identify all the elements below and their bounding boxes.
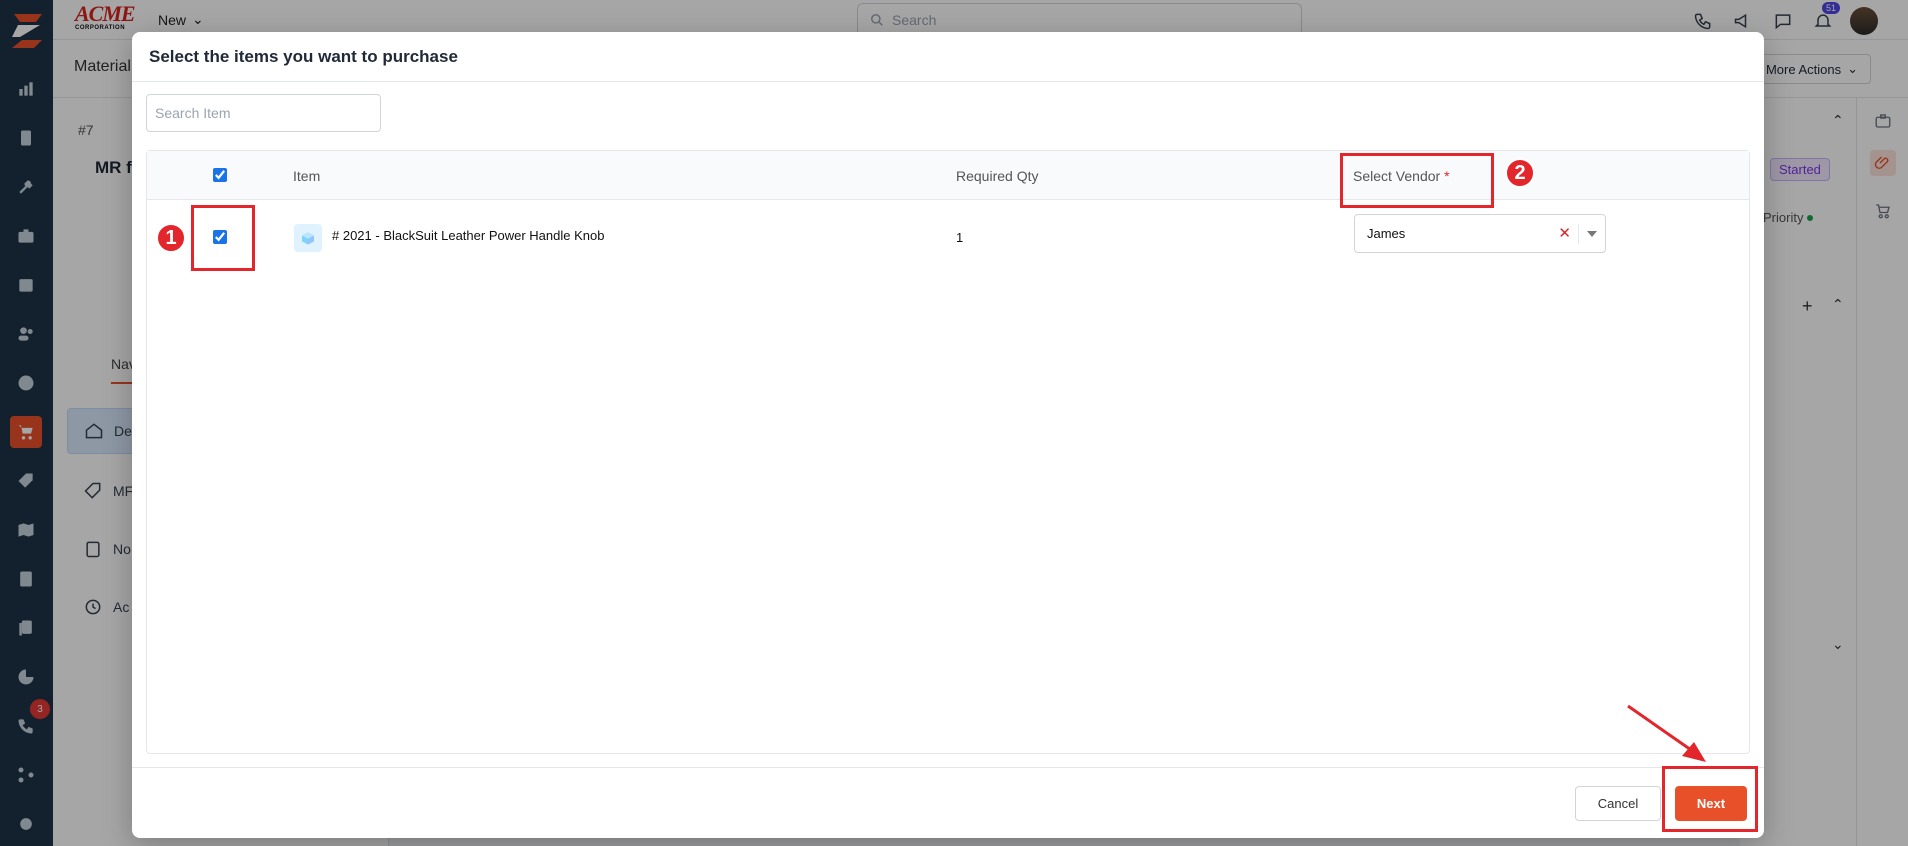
vendor-selected-value: James	[1367, 226, 1406, 241]
next-button[interactable]: Next	[1675, 786, 1747, 821]
modal-footer: Cancel Next	[132, 767, 1764, 838]
step-marker-2: 2	[1505, 158, 1535, 188]
purchase-items-modal: Select the items you want to purchase It…	[132, 32, 1764, 838]
column-required-qty: Required Qty	[956, 168, 1039, 184]
cancel-button[interactable]: Cancel	[1575, 786, 1661, 821]
required-mark: *	[1444, 168, 1450, 184]
row-select-checkbox[interactable]	[213, 230, 227, 244]
pointer-arrow-icon	[1627, 704, 1706, 762]
dropdown-caret-icon[interactable]	[1587, 231, 1597, 237]
required-qty-value: 1	[956, 230, 964, 245]
column-select-vendor: Select Vendor *	[1353, 168, 1450, 184]
item-name: # 2021 - BlackSuit Leather Power Handle …	[332, 228, 605, 243]
item-thumbnail	[294, 224, 322, 252]
select-all-checkbox[interactable]	[213, 168, 227, 182]
vendor-select[interactable]: James ✕	[1354, 214, 1606, 253]
table-row: # 2021 - BlackSuit Leather Power Handle …	[147, 200, 1749, 272]
clear-selection-icon[interactable]: ✕	[1558, 224, 1571, 242]
select-divider	[1578, 224, 1579, 244]
cube-icon	[302, 232, 314, 245]
modal-header: Select the items you want to purchase	[132, 32, 1764, 82]
search-item-input[interactable]	[146, 94, 381, 132]
items-table: Item Required Qty Select Vendor * # 2021…	[146, 150, 1750, 754]
modal-title: Select the items you want to purchase	[149, 46, 458, 66]
column-item: Item	[293, 168, 321, 184]
step-marker-1: 1	[156, 223, 186, 253]
